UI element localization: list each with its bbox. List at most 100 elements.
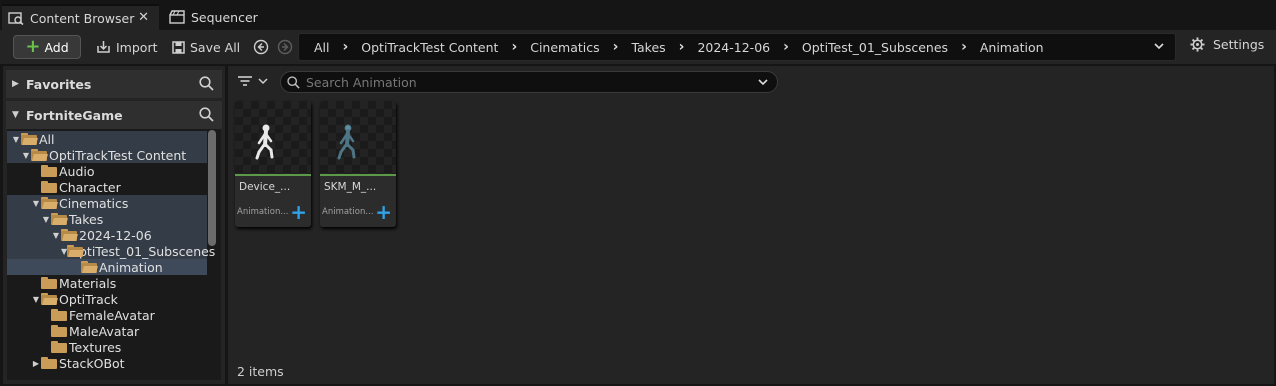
asset-view: Device_... Animation... + SKM_M_... Anim… [228, 66, 1274, 384]
folder-icon [41, 181, 57, 193]
triangle-down-icon[interactable]: ▼ [21, 151, 31, 160]
asset-thumbnail [320, 101, 396, 174]
chevron-right-icon[interactable]: › [613, 39, 619, 55]
search-icon[interactable] [199, 107, 214, 125]
asset-type-stripe [235, 174, 311, 176]
arrow-right-circle-icon [277, 39, 293, 55]
triangle-down-icon[interactable]: ▼ [51, 231, 61, 240]
tree-item[interactable]: ▼ 2024-12-06 [7, 227, 207, 243]
toolbar: + Add Import Save All All › OptiTrackTes… [0, 30, 1276, 64]
asset-tile[interactable]: SKM_M_... Animation... + [320, 101, 396, 227]
forward-button[interactable] [276, 38, 294, 56]
add-plus-icon[interactable]: + [375, 202, 392, 222]
folder-icon [41, 277, 57, 289]
tab-label: Content Browser [30, 10, 135, 26]
chevron-right-icon[interactable]: › [511, 39, 517, 55]
tab-sequencer[interactable]: Sequencer [163, 4, 273, 30]
chevron-down-icon[interactable] [1153, 40, 1165, 55]
chevron-down-icon[interactable] [757, 76, 769, 91]
breadcrumb: All › OptiTrackTest Content › Cinematics… [298, 33, 1176, 61]
tree-item-label: FemaleAvatar [69, 307, 155, 323]
breadcrumb-item[interactable]: OptiTest_01_Subscenes [802, 40, 948, 55]
asset-type: Animation... [237, 207, 289, 217]
asset-tile[interactable]: Device_... Animation... + [235, 101, 311, 227]
breadcrumb-item[interactable]: OptiTrackTest Content [361, 40, 498, 55]
tree-item[interactable]: Textures [7, 339, 207, 355]
triangle-right-icon[interactable]: ▶ [12, 79, 26, 89]
triangle-right-icon[interactable]: ▶ [31, 359, 41, 368]
tree-item[interactable]: MaleAvatar [7, 323, 207, 339]
tree-item[interactable]: FemaleAvatar [7, 307, 207, 323]
tree-item[interactable]: ▼ OptiTrack [7, 291, 207, 307]
project-header[interactable]: ▼ FortniteGame [6, 101, 222, 129]
tree-item[interactable]: Animation [7, 259, 207, 275]
chevron-right-icon[interactable]: › [783, 39, 789, 55]
breadcrumb-item[interactable]: 2024-12-06 [697, 40, 770, 55]
folder-open-icon [61, 229, 78, 241]
search-input[interactable] [306, 74, 736, 90]
folder-icon [51, 325, 67, 337]
tree-item[interactable]: ▼ All [7, 131, 207, 147]
chevron-right-icon[interactable]: › [679, 39, 685, 55]
settings-button[interactable]: Settings [1190, 37, 1264, 52]
tree-item[interactable]: ▼ OptiTrackTest Content [7, 147, 207, 163]
folder-tree: ▼ All ▼ OptiTrackTest Content Audio Character… [7, 129, 221, 380]
favorites-header[interactable]: ▶ Favorites [6, 70, 222, 98]
character-figure-icon [255, 124, 274, 160]
tree-item-label: StackOBot [59, 355, 125, 371]
search-icon[interactable] [199, 76, 214, 94]
tree-item-label: Materials [59, 275, 117, 291]
triangle-down-icon[interactable]: ▼ [41, 215, 51, 224]
folder-icon [51, 341, 67, 353]
triangle-down-icon[interactable]: ▼ [11, 135, 21, 144]
folder-open-icon [31, 149, 48, 161]
breadcrumb-item[interactable]: Animation [980, 40, 1044, 55]
plus-icon: + [25, 36, 41, 57]
folder-open-icon [41, 293, 58, 305]
tree-item-label: OptiTrackTest Content [49, 147, 187, 163]
triangle-down-icon[interactable]: ▼ [31, 295, 41, 304]
tree-item[interactable]: Character [7, 179, 207, 195]
triangle-down-icon[interactable]: ▼ [12, 110, 26, 120]
asset-name: Device_... [239, 181, 291, 193]
tree-item-label: All [39, 131, 55, 147]
tree-item-label: 2024-12-06 [79, 227, 152, 243]
breadcrumb-item[interactable]: All [314, 40, 330, 55]
folder-icon [51, 309, 67, 321]
breadcrumb-item[interactable]: Cinematics [530, 40, 599, 55]
tree-item-label: Takes [69, 211, 104, 227]
save-all-button[interactable]: Save All [172, 36, 240, 58]
breadcrumb-item[interactable]: Takes [631, 40, 665, 55]
tree-scrollbar[interactable] [208, 130, 216, 246]
folder-icon [41, 357, 57, 369]
tree-item[interactable]: ▼ Takes [7, 211, 207, 227]
tab-content-browser[interactable]: Content Browser ✕ [2, 4, 159, 30]
chevron-right-icon[interactable]: › [961, 39, 967, 55]
tree-item-label: OptiTrack [59, 291, 118, 307]
favorites-label: Favorites [26, 76, 92, 92]
close-icon[interactable]: ✕ [138, 10, 149, 25]
filter-icon [238, 76, 252, 86]
tree-item[interactable]: Materials [7, 275, 207, 291]
tree-item-label: Animation [99, 259, 163, 275]
tree-item[interactable]: ▼ OptiTest_01_Subscenes [7, 243, 215, 259]
tab-bar: Content Browser ✕ Sequencer [0, 0, 1276, 32]
filter-button[interactable] [237, 74, 269, 88]
chevron-right-icon[interactable]: › [343, 39, 349, 55]
folder-icon [41, 165, 57, 177]
tree-item-label: Character [59, 179, 121, 195]
tree-item[interactable]: ▼ Cinematics [7, 195, 207, 211]
import-button-label: Import [116, 39, 158, 55]
tree-item[interactable]: ▶ StackOBot [7, 355, 207, 371]
triangle-down-icon[interactable]: ▼ [31, 199, 41, 208]
import-button[interactable]: Import [96, 36, 158, 58]
search-box[interactable] [280, 71, 778, 93]
content-browser-icon [8, 11, 24, 25]
item-count: 2 items [237, 364, 284, 379]
tree-item-label: Audio [59, 163, 95, 179]
back-button[interactable] [252, 38, 270, 56]
add-plus-icon[interactable]: + [290, 202, 307, 222]
add-button[interactable]: + Add [13, 35, 81, 59]
asset-name: SKM_M_... [324, 181, 377, 193]
tree-item[interactable]: Audio [7, 163, 207, 179]
